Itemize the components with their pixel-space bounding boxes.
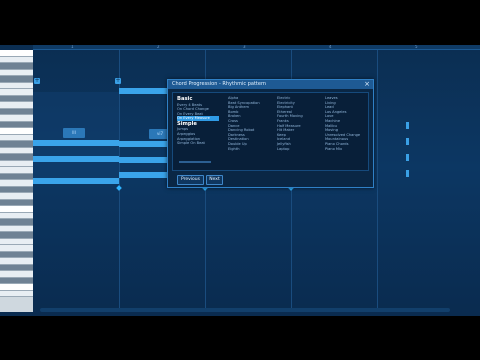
ruler-mark-5: 5 xyxy=(415,45,418,49)
chord-label[interactable]: III xyxy=(63,128,85,138)
bar-line xyxy=(377,50,378,312)
ruler-mark-4: 4 xyxy=(329,45,332,49)
horizontal-scrollbar[interactable] xyxy=(40,308,450,312)
chord-progression-dialog: Chord Progression - Rhythmic pattern × B… xyxy=(167,79,374,188)
ruler-mark-2: 2 xyxy=(157,45,160,49)
pattern-option[interactable]: Laptop xyxy=(277,147,303,152)
note[interactable] xyxy=(33,140,119,146)
pattern-option[interactable]: Eighth xyxy=(228,147,260,152)
note[interactable] xyxy=(33,156,119,162)
scroll-indicator[interactable] xyxy=(406,122,409,129)
pattern-column: Leaves Living Lead Los Angeles Love Machine Ma… xyxy=(325,96,360,151)
letterbox-bottom xyxy=(0,316,480,360)
pattern-list: Basic Every 4 Beats On Chord Change On Ever… xyxy=(172,92,369,171)
playhead-marker[interactable] xyxy=(116,185,122,191)
piano-keyboard[interactable] xyxy=(0,50,33,312)
note[interactable] xyxy=(119,141,174,147)
pattern-option[interactable]: Piano Mix xyxy=(325,147,360,152)
note[interactable] xyxy=(119,88,174,94)
note[interactable] xyxy=(119,172,174,178)
letterbox-top xyxy=(0,0,480,45)
pattern-option[interactable]: Simple On Beat xyxy=(177,141,219,146)
pattern-column: Alpha Beat Syncopation Big Anthem Bomb Broke… xyxy=(228,96,260,151)
add-chord-handle[interactable]: + xyxy=(115,78,121,84)
piano-key[interactable] xyxy=(0,290,33,297)
ruler-mark-1: 1 xyxy=(71,45,74,49)
close-icon[interactable]: × xyxy=(364,80,370,89)
preview-bar xyxy=(179,161,211,163)
pattern-column: Basic Every 4 Beats On Chord Change On Ever… xyxy=(177,96,219,146)
scroll-indicator[interactable] xyxy=(406,154,409,161)
dialog-title: Chord Progression - Rhythmic pattern xyxy=(172,81,267,87)
scroll-indicator[interactable] xyxy=(406,170,409,177)
next-button[interactable]: Next xyxy=(206,175,223,185)
add-chord-handle[interactable]: + xyxy=(34,78,40,84)
dialog-title-bar: Chord Progression - Rhythmic pattern × xyxy=(168,80,373,89)
pattern-column: Electric Electricity Elephant Ethereal Fourt… xyxy=(277,96,303,151)
note[interactable] xyxy=(119,157,174,163)
ruler-mark-3: 3 xyxy=(243,45,246,49)
previous-button[interactable]: Previous xyxy=(177,175,204,185)
note[interactable] xyxy=(33,178,119,184)
scroll-indicator[interactable] xyxy=(406,138,409,145)
